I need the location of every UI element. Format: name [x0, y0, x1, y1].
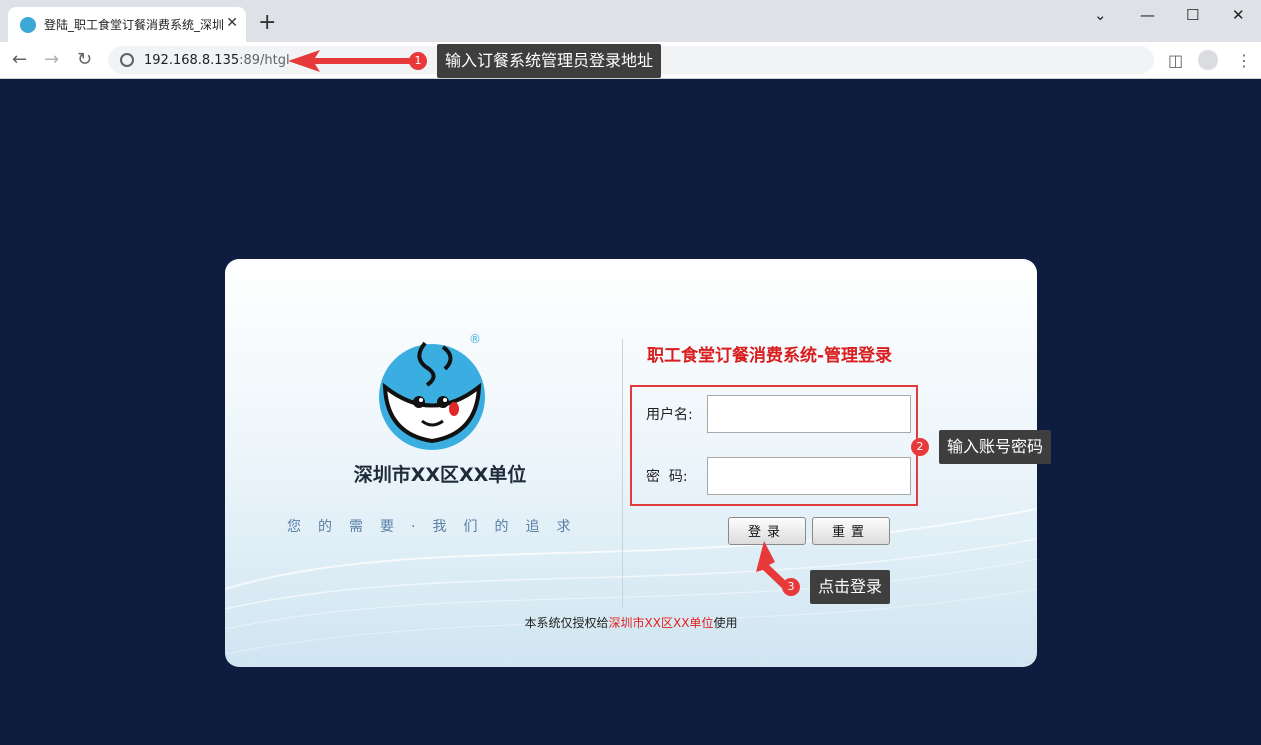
annotation-arrow-1	[288, 50, 410, 72]
annotation-badge-1: 1	[409, 52, 427, 70]
annotation-label-1: 输入订餐系统管理员登录地址	[437, 44, 662, 78]
annotation-label-3: 点击登录	[810, 570, 891, 604]
annotation-arrows	[288, 50, 790, 590]
annotation-label-2: 输入账号密码	[939, 430, 1052, 464]
annotation-badge-3: 3	[782, 578, 800, 596]
annotation-badge-2: 2	[911, 438, 929, 456]
